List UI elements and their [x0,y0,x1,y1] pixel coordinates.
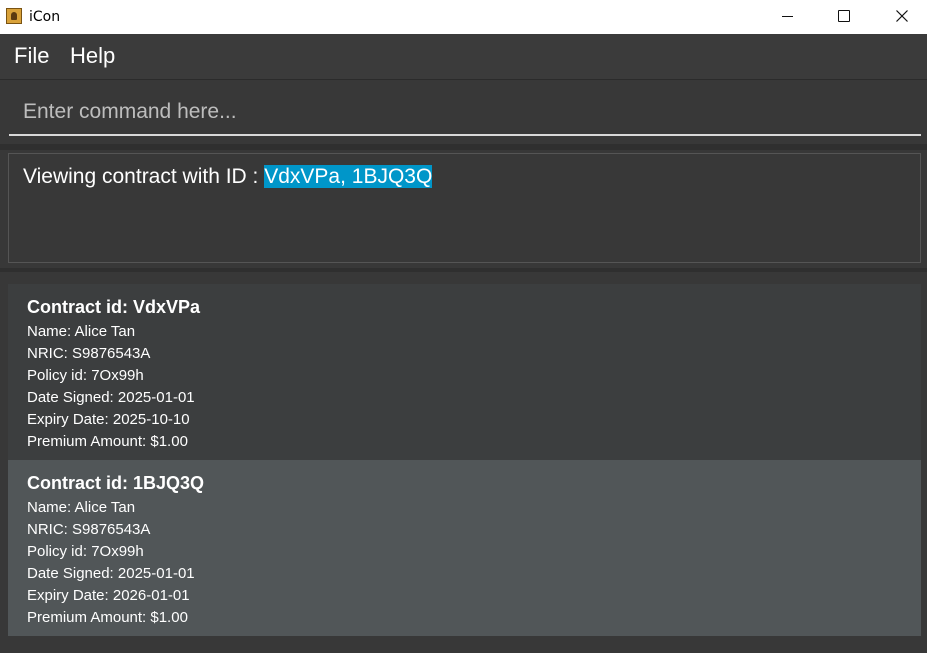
window-title: iCon [29,9,61,25]
close-button[interactable] [879,0,925,34]
title-bar[interactable]: iCon [0,0,927,34]
contract-policy-id: Policy id: 7Ox99h [27,543,144,560]
command-input[interactable] [9,90,921,136]
command-box [0,80,927,144]
contract-expiry-date: Expiry Date: 2026-01-01 [27,587,190,604]
maximize-button[interactable] [821,0,867,34]
close-icon [896,10,908,22]
contract-name: Name: Alice Tan [27,323,136,340]
divider [0,144,927,150]
contract-card-selected[interactable]: Contract id: 1BJQ3Q Name: Alice Tan NRIC… [8,460,921,636]
contract-list[interactable]: Contract id: VdxVPa Name: Alice Tan NRIC… [0,272,927,653]
contract-id: Contract id: VdxVPa [27,297,201,317]
contract-date-signed: Date Signed: 2025-01-01 [27,389,195,406]
contract-premium: Premium Amount: $1.00 [27,609,188,626]
result-text: Viewing contract with ID : VdxVPa, 1BJQ3… [23,164,433,190]
contract-name: Name: Alice Tan [27,499,136,516]
app-icon [6,8,22,24]
contract-nric: NRIC: S9876543A [27,521,151,538]
contract-nric: NRIC: S9876543A [27,345,151,362]
result-display[interactable]: Viewing contract with ID : VdxVPa, 1BJQ3… [8,153,921,263]
menu-file[interactable]: File [14,43,49,69]
contract-policy-id: Policy id: 7Ox99h [27,367,144,384]
menu-help[interactable]: Help [70,43,115,69]
app-window: iCon File Help Viewing contract with ID … [0,0,927,653]
contract-card[interactable]: Contract id: VdxVPa Name: Alice Tan NRIC… [8,284,921,460]
contract-date-signed: Date Signed: 2025-01-01 [27,565,195,582]
minimize-button[interactable] [765,0,811,34]
contract-id: Contract id: 1BJQ3Q [27,473,205,493]
contract-premium: Premium Amount: $1.00 [27,433,188,450]
result-prefix: Viewing contract with ID : [23,165,265,188]
contract-expiry-date: Expiry Date: 2025-10-10 [27,411,190,428]
menu-bar: File Help [0,34,927,80]
result-selected-text: VdxVPa, 1BJQ3Q [264,165,433,188]
